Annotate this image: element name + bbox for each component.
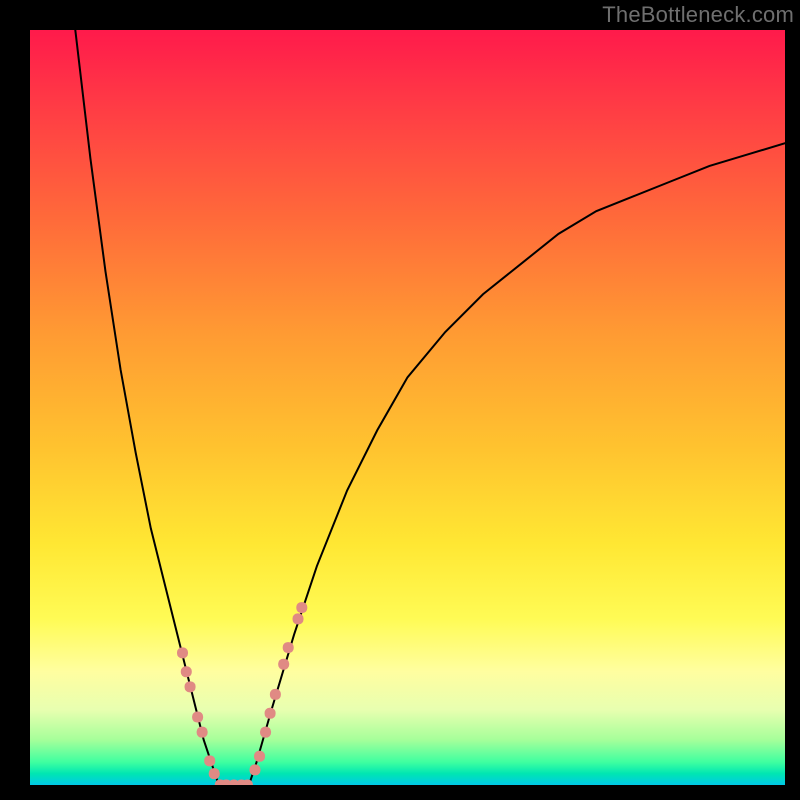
series-right-branch	[249, 143, 785, 785]
marker-right-dash-markers	[265, 708, 276, 719]
marker-right-dash-markers	[249, 764, 260, 775]
marker-right-dash-markers	[270, 689, 281, 700]
plot-area	[30, 30, 785, 785]
chart-frame: TheBottleneck.com	[0, 0, 800, 800]
marker-left-dash-markers	[204, 755, 215, 766]
marker-right-dash-markers	[293, 613, 304, 624]
marker-right-dash-markers	[283, 642, 294, 653]
marker-left-dash-markers	[177, 647, 188, 658]
marker-left-dash-markers	[185, 681, 196, 692]
marker-right-dash-markers	[260, 727, 271, 738]
watermark-text: TheBottleneck.com	[602, 2, 794, 28]
curve-svg	[30, 30, 785, 785]
marker-right-dash-markers	[278, 659, 289, 670]
marker-group	[177, 602, 307, 785]
marker-left-dash-markers	[192, 712, 203, 723]
series-left-branch	[75, 30, 218, 785]
marker-left-dash-markers	[181, 666, 192, 677]
marker-left-dash-markers	[209, 768, 220, 779]
marker-left-dash-markers	[197, 727, 208, 738]
marker-right-dash-markers	[296, 602, 307, 613]
marker-right-dash-markers	[254, 751, 265, 762]
